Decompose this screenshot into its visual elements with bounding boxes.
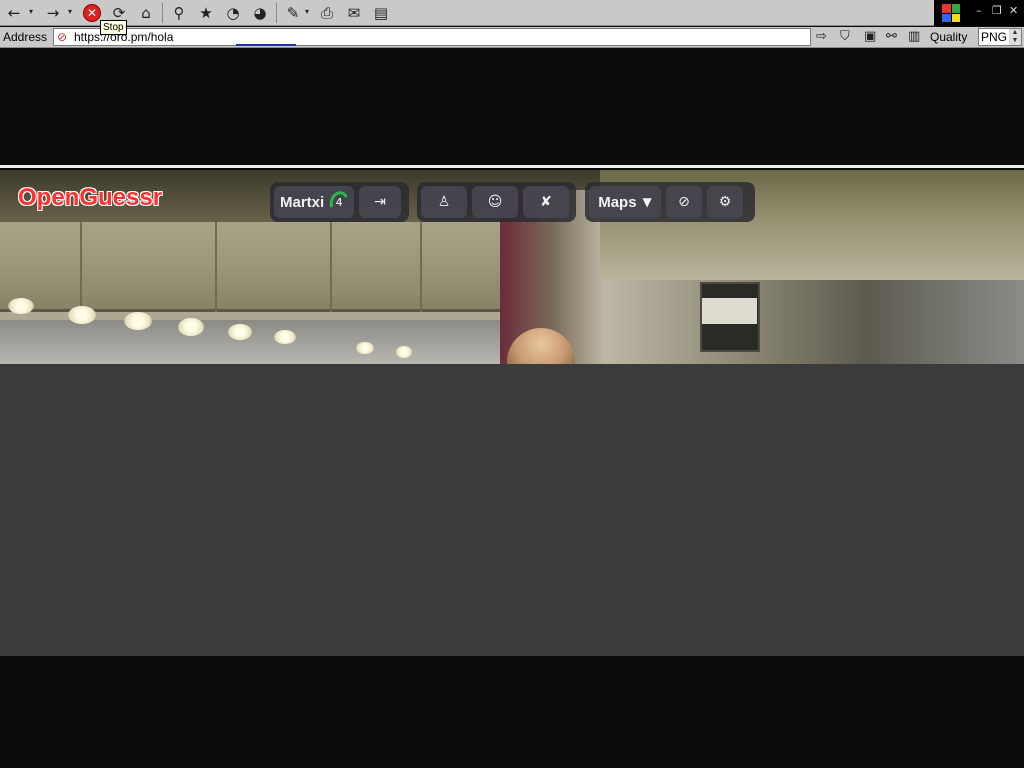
insecure-page-icon: ⊘ [57, 30, 68, 44]
restore-icon[interactable]: ❐ [992, 4, 1002, 17]
globe-button[interactable]: ◕ [249, 2, 271, 24]
favorites-icon: ★ [199, 4, 213, 22]
page-button[interactable]: ▤ [370, 2, 392, 24]
image-format-value: PNG [981, 30, 1008, 44]
windows-logo-icon [942, 4, 960, 22]
page-viewport: OpenGuessr Martxi 4 ⇥ ♙ ☺ ✘ Maps ▼ ⊘ ⚙ [0, 48, 1024, 768]
panorama-window [68, 306, 96, 324]
history-icon: ◔ [226, 4, 240, 22]
favorites-button[interactable]: ★ [195, 2, 217, 24]
back-dropdown-icon[interactable]: ▾ [29, 7, 33, 16]
gear-icon: ⚙ [718, 194, 732, 210]
logout-button[interactable]: ⇥ [359, 186, 401, 218]
toolbar-divider [162, 3, 163, 23]
globe-icon: ◕ [253, 4, 267, 22]
forward-dropdown-icon[interactable]: ▾ [68, 7, 72, 16]
search-icon: ⚲ [173, 4, 185, 22]
quality-label: Quality [930, 30, 968, 44]
panorama-display [702, 298, 757, 324]
settings-button[interactable]: ⚙ [707, 186, 743, 218]
mail-button[interactable]: ✉ [343, 2, 365, 24]
home-icon: ⌂ [141, 4, 151, 22]
edit-dropdown-icon[interactable]: ▾ [305, 7, 309, 16]
profile-button[interactable]: Martxi 4 [274, 186, 354, 218]
save-page-icon[interactable]: ▣ [864, 29, 876, 44]
find-icon[interactable]: ⚯ [886, 29, 897, 44]
panorama-window [396, 346, 412, 358]
loading-progress-bar [236, 44, 296, 46]
print-icon: ⎙ [320, 4, 333, 22]
profile-name: Martxi [280, 193, 325, 211]
swords-icon: ✘ [540, 194, 552, 210]
panorama-window [274, 330, 296, 344]
no-move-icon: ⊘ [678, 194, 690, 210]
maps-dropdown-button[interactable]: Maps ▼ [589, 186, 661, 218]
print-button[interactable]: ⎙ [316, 2, 338, 24]
leaderboard-icon: ♙ [437, 194, 451, 210]
game-modes-group: ♙ ☺ ✘ [417, 182, 576, 222]
panorama-window [178, 318, 204, 336]
logout-icon: ⇥ [374, 194, 386, 210]
window-controls: – ❐ ✕ [934, 0, 1024, 26]
panorama-bin-seam [215, 222, 217, 312]
page-bottom [0, 656, 1024, 768]
maps-label: Maps [598, 193, 637, 211]
url-input[interactable]: ⊘ https://oro.pm/hola [53, 28, 811, 46]
leaderboard-button[interactable]: ♙ [421, 186, 467, 218]
panorama-window [356, 342, 374, 354]
openguessr-logo[interactable]: OpenGuessr [18, 184, 162, 212]
mail-icon: ✉ [347, 4, 361, 22]
search-button[interactable]: ⚲ [168, 2, 190, 24]
history-button[interactable]: ◔ [222, 2, 244, 24]
address-label: Address [3, 30, 48, 44]
browser-toolbar: ← ▾ → ▾ ✕ ⟳ ⌂ ⚲ ★ ◔ ◕ ✎ ▾ ⎙ ✉ ▤ – ❐ ✕ [0, 0, 1024, 26]
clipboard-icon[interactable]: ▥ [908, 29, 920, 44]
stop-icon: ✕ [83, 4, 101, 22]
edit-button[interactable]: ✎ [282, 2, 304, 24]
edit-icon: ✎ [286, 4, 300, 22]
home-button[interactable]: ⌂ [135, 2, 157, 24]
battle-button[interactable]: ✘ [523, 186, 569, 218]
image-format-select[interactable]: PNG ▲ ▼ [978, 28, 1022, 46]
level-badge: 4 [330, 191, 348, 213]
caret-down-icon: ▼ [642, 195, 652, 209]
panorama-window [228, 324, 252, 340]
stop-tooltip: Stop [100, 20, 127, 35]
multiplayer-icon: ☺ [487, 194, 503, 210]
panorama-bin-seam [330, 222, 332, 312]
forward-button[interactable]: → [42, 2, 64, 24]
forward-arrow-icon: → [46, 4, 60, 22]
back-button[interactable]: ← [3, 2, 25, 24]
go-icon[interactable]: ⇨ [816, 29, 827, 44]
multiplayer-button[interactable]: ☺ [472, 186, 518, 218]
page-icon: ▤ [373, 4, 389, 22]
address-bar: Address ⊘ https://oro.pm/hola ⇨ ⛉ ▣ ⚯ ▥ … [0, 27, 1024, 48]
no-move-button[interactable]: ⊘ [666, 186, 702, 218]
panorama-overhead-bins [0, 222, 500, 312]
level-number: 4 [335, 195, 343, 209]
panorama-bin-seam [420, 222, 422, 312]
map-settings-group: Maps ▼ ⊘ ⚙ [585, 182, 755, 222]
close-icon[interactable]: ✕ [1009, 4, 1018, 17]
bookmark-icon[interactable]: ⛉ [840, 29, 850, 44]
panorama-placeholder [0, 364, 1024, 656]
top-divider [0, 165, 1024, 168]
panorama-window [124, 312, 152, 330]
minimize-icon[interactable]: – [976, 4, 982, 17]
panorama-window [8, 298, 34, 314]
profile-group: Martxi 4 ⇥ [270, 182, 409, 222]
format-spinner-icon[interactable]: ▲ ▼ [1009, 29, 1021, 45]
panorama-bin-seam [80, 222, 82, 312]
toolbar-divider [276, 3, 277, 23]
back-arrow-icon: ← [7, 4, 21, 22]
